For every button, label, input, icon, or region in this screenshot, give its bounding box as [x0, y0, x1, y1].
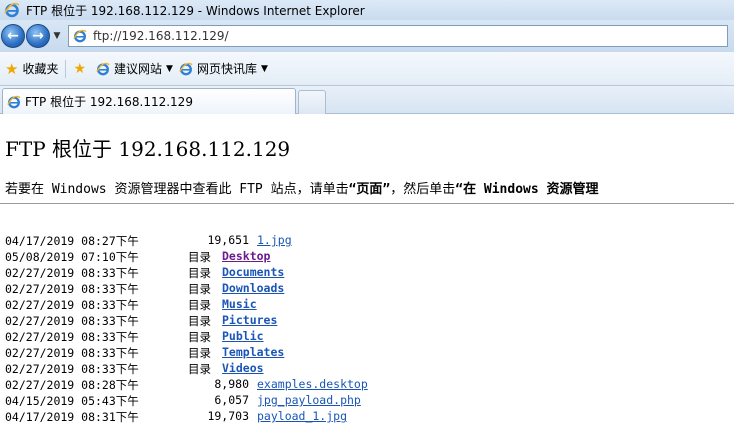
favorites-divider: [65, 59, 67, 78]
entry-date: 02/27/2019 08:33下午: [5, 266, 139, 280]
web-slice-gallery-button[interactable]: 网页快讯库 ▼: [176, 58, 271, 80]
instruction-text: 若要在 Windows 资源管理器中查看此 FTP 站点，请单击“页面”，然后单…: [5, 178, 599, 197]
file-link[interactable]: 1.jpg: [257, 233, 292, 247]
forward-button[interactable]: →: [26, 24, 50, 48]
entry-date: 02/27/2019 08:33下午: [5, 346, 139, 360]
entry-date: 02/27/2019 08:33下午: [5, 362, 139, 376]
directory-tag: 目录: [188, 266, 211, 280]
tab-label: FTP 根位于 192.168.112.129: [25, 95, 193, 109]
star-icon: ★: [5, 59, 19, 78]
add-favorite-star-icon: ★: [73, 60, 87, 77]
navigation-bar: ← → ▼ ftp://192.168.112.129/: [0, 20, 734, 52]
entry-date: 02/27/2019 08:33下午: [5, 330, 139, 344]
directory-link[interactable]: Downloads: [222, 281, 284, 295]
chevron-down-icon: ▼: [166, 63, 173, 74]
directory-tag: 目录: [188, 298, 211, 312]
back-arrow-icon: ←: [7, 28, 19, 44]
suggested-sites-button[interactable]: 建议网站 ▼: [93, 58, 176, 80]
tab-ie-icon: [7, 95, 21, 108]
directory-tag: 目录: [188, 346, 211, 360]
web-slice-label: 网页快讯库: [196, 62, 257, 76]
entry-date: 02/27/2019 08:33下午: [5, 282, 139, 296]
entry-date: 04/17/2019 08:27下午: [5, 234, 139, 248]
directory-link[interactable]: Documents: [222, 265, 284, 279]
entry-date: 04/15/2019 05:43下午: [5, 394, 139, 408]
directory-tag: 目录: [188, 362, 211, 376]
entry-date: 04/17/2019 08:31下午: [5, 410, 139, 424]
forward-arrow-icon: →: [32, 28, 44, 44]
chevron-down-icon: ▼: [260, 63, 268, 74]
tab-ftp-root[interactable]: FTP 根位于 192.168.112.129: [2, 88, 296, 114]
window-title-bar[interactable]: FTP 根位于 192.168.112.129 - Windows Intern…: [0, 0, 734, 20]
favorites-bar: ★ 收藏夹 ★ 建议网站 ▼ 网页快讯库 ▼: [0, 52, 734, 86]
file-size: 6,057: [214, 393, 249, 407]
window-title: FTP 根位于 192.168.112.129 - Windows Intern…: [26, 3, 365, 18]
directory-tag: 目录: [188, 250, 211, 264]
ie-page-icon: [96, 62, 110, 75]
recent-pages-dropdown[interactable]: ▼: [50, 24, 64, 48]
favorites-label: 收藏夹: [22, 62, 59, 76]
file-size: 19,651: [207, 233, 249, 247]
entry-date: 02/27/2019 08:33下午: [5, 314, 139, 328]
back-button[interactable]: ←: [1, 24, 25, 48]
add-favorite-button[interactable]: ★: [70, 58, 93, 80]
suggested-sites-label: 建议网站: [114, 62, 163, 76]
instruction-suffix: “在 Windows 资源管理: [455, 182, 599, 197]
address-url[interactable]: ftp://192.168.112.129/: [93, 29, 229, 43]
address-bar[interactable]: ftp://192.168.112.129/: [68, 25, 728, 47]
instruction-page: “页面”: [348, 182, 391, 197]
directory-link[interactable]: Music: [222, 297, 257, 311]
directory-link[interactable]: Videos: [222, 361, 264, 375]
tab-bar: FTP 根位于 192.168.112.129: [0, 86, 734, 114]
ie-page-icon: [179, 62, 193, 75]
divider-line: [0, 203, 734, 204]
directory-link[interactable]: Public: [222, 329, 264, 343]
directory-tag: 目录: [188, 314, 211, 328]
file-link[interactable]: jpg_payload.php: [257, 393, 361, 407]
new-tab-button[interactable]: [298, 90, 326, 114]
entry-date: 05/08/2019 07:10下午: [5, 250, 139, 264]
file-link[interactable]: examples.desktop: [257, 377, 368, 391]
instruction-prefix: 若要在 Windows 资源管理器中查看此 FTP 站点，请单击: [5, 182, 349, 197]
entry-date: 02/27/2019 08:28下午: [5, 378, 139, 392]
directory-tag: 目录: [188, 282, 211, 296]
directory-link[interactable]: Desktop: [222, 249, 270, 263]
entry-date: 02/27/2019 08:33下午: [5, 298, 139, 312]
chevron-down-icon: ▼: [53, 31, 61, 41]
page-content: FTP 根位于 192.168.112.129 若要在 Windows 资源管理…: [0, 115, 734, 446]
page-title: FTP 根位于 192.168.112.129: [5, 137, 291, 161]
page-ie-icon: [73, 29, 87, 43]
ie-logo-icon: [4, 2, 20, 18]
file-size: 8,980: [214, 377, 249, 391]
directory-link[interactable]: Pictures: [222, 313, 277, 327]
directory-link[interactable]: Templates: [222, 345, 284, 359]
file-link[interactable]: payload_1.jpg: [257, 409, 347, 423]
favorites-button[interactable]: ★ 收藏夹: [2, 58, 61, 80]
file-size: 19,703: [207, 409, 249, 423]
instruction-middle: ，然后单击: [390, 182, 456, 197]
directory-tag: 目录: [188, 330, 211, 344]
